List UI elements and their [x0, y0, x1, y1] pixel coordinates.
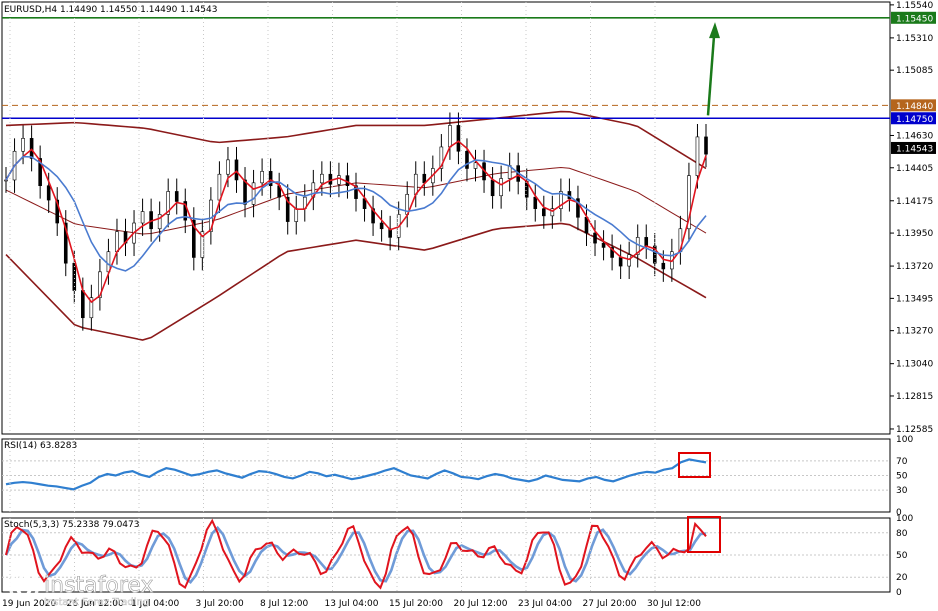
time-tick-label: 27 Jul 20:00: [583, 599, 637, 609]
time-tick-label: 20 Jul 12:00: [454, 599, 508, 609]
candle-body: [81, 290, 85, 319]
time-tick-label: 15 Jul 20:00: [389, 599, 443, 609]
stoch-tick-label: 20: [896, 573, 908, 583]
candle-body: [379, 222, 384, 230]
candle-body: [456, 125, 461, 152]
candle-body: [542, 208, 546, 217]
candle-body: [413, 173, 418, 195]
candle-body: [704, 136, 708, 155]
candle-body: [106, 251, 111, 273]
logo-brand: instaforex: [44, 573, 154, 598]
candle-body: [601, 242, 606, 248]
candle-body: [243, 179, 247, 205]
candle-body: [140, 211, 145, 224]
price-tick-label: 1.15310: [896, 34, 933, 44]
candle-body: [328, 173, 333, 185]
candle-body: [294, 208, 299, 222]
candle-body: [490, 179, 495, 197]
candle-body: [46, 185, 51, 201]
rsi-title: RSI(14) 63.8283: [4, 441, 77, 451]
rsi-tick-label: 50: [896, 472, 908, 482]
candle-body: [593, 232, 597, 244]
candle-body: [644, 237, 649, 247]
candle-body: [320, 173, 324, 184]
rsi-tick-label: 30: [896, 486, 908, 496]
stoch-tick-label: 0: [896, 588, 902, 598]
price-level-label: 1.14750: [896, 115, 933, 125]
price-level-label: 1.15450: [896, 14, 933, 24]
eurusd-h4-chart: 1.15540 1.15310 1.15085 1.14630 1.14405 1.141…: [1, 1, 936, 609]
time-tick-label: 3 Jul 20:00: [196, 599, 245, 609]
candle-body: [533, 196, 538, 209]
candle-body: [661, 262, 666, 270]
candle-body: [4, 179, 8, 182]
candle-body: [174, 191, 179, 202]
candle-body: [21, 138, 25, 152]
rsi-tick-label: 100: [896, 435, 913, 445]
price-tick-label: 1.15085: [896, 66, 933, 76]
time-tick-label: 23 Jul 04:00: [518, 599, 572, 609]
time-tick-label: 13 Jul 04:00: [325, 599, 379, 609]
stoch-tick-label: 100: [896, 514, 913, 524]
stoch-tick-label: 80: [896, 529, 908, 539]
price-panel: 1.15540 1.15310 1.15085 1.14630 1.14405 1.141…: [1, 1, 936, 435]
price-tick-label: 1.13040: [896, 360, 933, 370]
candle-body: [115, 231, 119, 253]
logo-icon: [8, 570, 40, 602]
candle-body: [618, 257, 623, 267]
stoch-tick-label: 50: [896, 551, 908, 561]
candle-body: [422, 173, 427, 184]
price-tick-label: 1.13950: [896, 229, 933, 239]
price-tick-label: 1.15540: [896, 1, 933, 11]
candle-body: [337, 175, 341, 185]
rsi-tick-label: 70: [896, 457, 908, 467]
logo-tagline: Instant Forex Trading: [44, 597, 149, 608]
price-tick-label: 1.13270: [896, 327, 933, 337]
candle-body: [260, 171, 264, 184]
price-tick-label: 1.12585: [896, 425, 933, 435]
candle-body: [234, 159, 239, 181]
candle-body: [627, 254, 631, 267]
time-tick-label: 8 Jul 12:00: [260, 599, 309, 609]
price-tick-label: 1.13720: [896, 262, 933, 272]
instaforex-logo: instaforex Instant Forex Trading: [4, 568, 184, 608]
price-tick-label: 1.14630: [896, 131, 933, 141]
candle-body: [695, 136, 700, 176]
candle-body: [448, 125, 452, 148]
stochastic-title: Stoch(5,3,3) 75.2338 79.0473: [4, 520, 139, 530]
price-frame: [1, 1, 891, 435]
candle-body: [251, 182, 256, 205]
current-price-label: 1.14543: [896, 144, 933, 154]
price-level-label: 1.14840: [896, 102, 933, 112]
chart-title: EURUSD,H4 1.14490 1.14550 1.14490 1.1454…: [4, 5, 217, 15]
candle-body: [217, 173, 222, 201]
candle-body: [226, 159, 230, 175]
candle-body: [473, 162, 478, 169]
price-tick-label: 1.14175: [896, 197, 933, 207]
time-tick-label: 30 Jul 12:00: [647, 599, 701, 609]
price-tick-label: 1.12815: [896, 392, 933, 402]
candle-body: [499, 178, 503, 197]
candle-body: [465, 150, 469, 169]
price-tick-label: 1.14405: [896, 164, 933, 174]
price-tick-label: 1.13495: [896, 294, 933, 304]
